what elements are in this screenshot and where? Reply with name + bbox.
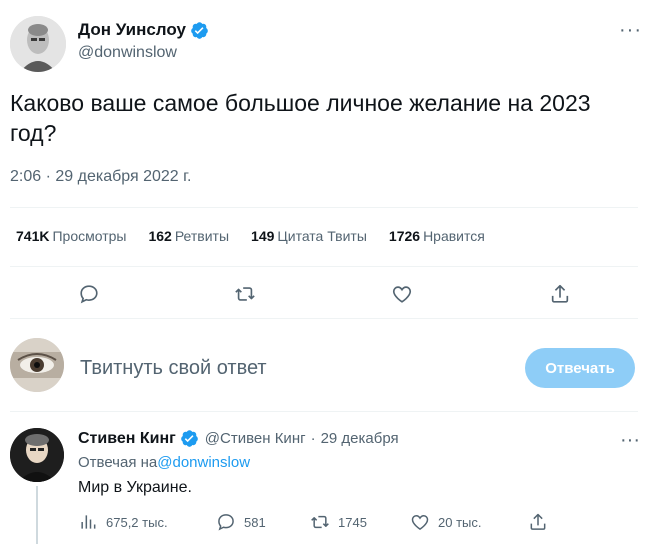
divider [10, 266, 638, 267]
retweets-count: 162 [148, 228, 172, 244]
like-icon[interactable] [389, 281, 415, 307]
author-name[interactable]: Дон Уинслоу [78, 20, 186, 40]
reply-date[interactable]: 29 декабря [321, 430, 399, 447]
reply-input[interactable]: Твитнуть свой ответ [80, 357, 267, 380]
quotes-count: 149 [251, 228, 275, 244]
likes-count: 1726 [388, 228, 421, 244]
reply-author-avatar[interactable] [10, 428, 64, 482]
like-icon [411, 514, 429, 530]
reply-icon[interactable] [76, 281, 102, 307]
author-handle[interactable]: @donwinslow [78, 44, 177, 62]
reply-tweet[interactable]: Стивен Кинг @Стивен Кинг · 29 декабря ··… [0, 412, 658, 546]
reply-views-action[interactable]: 675,2 тыс. [78, 512, 168, 532]
reply-composer: Твитнуть свой ответ Отвечать [0, 320, 658, 410]
retweets-stat[interactable]: 162 Ретвиты [148, 228, 229, 244]
divider [10, 318, 638, 319]
reply-button[interactable]: Отвечать [525, 348, 635, 388]
views-label: Просмотры [52, 228, 127, 244]
reply-author-name[interactable]: Стивен Кинг [78, 430, 176, 448]
reply-likes-count: 20 тыс. [438, 514, 482, 530]
reply-text: Мир в Украине. [78, 479, 192, 496]
reply-more-icon[interactable]: ··· [620, 430, 640, 450]
verified-badge-icon [190, 21, 209, 40]
reply-icon [218, 514, 234, 531]
author-name-row: Дон Уинслоу [78, 20, 209, 40]
quotes-stat[interactable]: 149 Цитата Твиты [251, 228, 367, 244]
divider [10, 207, 638, 208]
likes-stat[interactable]: 1726 Нравится [389, 228, 485, 244]
views-icon [81, 515, 96, 529]
author-avatar[interactable] [10, 16, 66, 72]
replying-to-link[interactable]: @donwinslow [157, 454, 250, 471]
reply-likes-action[interactable]: 20 тыс. [410, 512, 481, 532]
views-stat[interactable]: 741K Просмотры [16, 228, 126, 244]
current-user-avatar[interactable] [10, 338, 64, 392]
tweet-timestamp[interactable]: 2:06 · 29 декабря 2022 г. [10, 168, 191, 186]
reply-actions: 675,2 тыс. 581 1745 20 тыс. [78, 512, 558, 534]
tweet-stats: 741K Просмотры 162 Ретвиты 149 Цитата Твиты… [16, 228, 507, 244]
reply-share-action[interactable] [528, 512, 548, 532]
reply-retweets-action[interactable]: 1745 [310, 512, 367, 532]
verified-badge-icon [180, 429, 199, 448]
retweet-icon [311, 515, 329, 529]
retweets-label: Ретвиты [174, 228, 230, 244]
replying-to: Отвечая на@donwinslow [78, 454, 250, 471]
more-icon[interactable]: ··· [619, 20, 642, 40]
separator-dot: · [310, 430, 316, 447]
likes-label: Нравится [423, 228, 485, 244]
tweet-header: Дон Уинслоу @donwinslow ··· [10, 16, 650, 72]
reply-retweets-count: 1745 [338, 514, 367, 530]
share-icon [530, 513, 546, 530]
thread-line [36, 486, 38, 544]
quotes-label: Цитата Твиты [277, 228, 367, 244]
tweet-actions [0, 275, 658, 311]
reply-replies-action[interactable]: 581 [216, 512, 266, 532]
views-count: 741K [16, 228, 50, 244]
reply-author-handle[interactable]: @Стивен Кинг [205, 430, 306, 447]
tweet-text: Каково ваше самое большое личное желание… [10, 90, 591, 146]
replying-to-prefix: Отвечая на [78, 454, 158, 471]
reply-replies-count: 581 [244, 514, 266, 530]
reply-header: Стивен Кинг @Стивен Кинг · 29 декабря [78, 429, 399, 448]
retweet-icon[interactable] [232, 281, 258, 307]
reply-views-count: 675,2 тыс. [106, 514, 168, 530]
share-icon[interactable] [547, 281, 573, 307]
